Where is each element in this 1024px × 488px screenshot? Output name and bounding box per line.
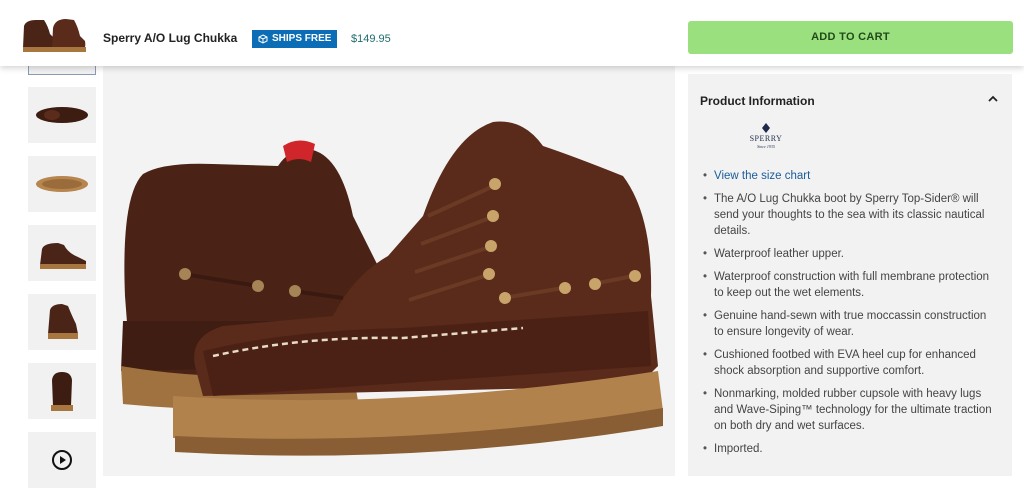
list-item: Waterproof construction with full membra… xyxy=(703,269,998,301)
product-price: $149.95 xyxy=(351,33,391,45)
list-item: The A/O Lug Chukka boot by Sperry Top-Si… xyxy=(703,191,998,239)
boot-top-view-image xyxy=(36,107,88,123)
main-product-image xyxy=(103,66,675,476)
product-information-heading[interactable]: Product Information xyxy=(700,94,815,108)
sperry-logo: SPERRY Since 1935 xyxy=(750,123,783,149)
product-features-list: View the size chart The A/O Lug Chukka b… xyxy=(703,168,998,464)
product-thumbnail xyxy=(20,14,88,54)
image-gallery xyxy=(0,60,680,488)
product-name: Sperry A/O Lug Chukka xyxy=(103,31,238,45)
chevron-up-icon[interactable] xyxy=(987,93,999,105)
sticky-product-bar: Sperry A/O Lug Chukka SHIPS FREE $149.95… xyxy=(0,0,1024,66)
logo-since-text: Since 1935 xyxy=(757,144,775,149)
boot-pair-image xyxy=(121,121,663,456)
thumbnail-video[interactable] xyxy=(28,432,96,488)
list-item: Waterproof leather upper. xyxy=(703,246,998,262)
ships-free-badge: SHIPS FREE xyxy=(252,30,338,48)
add-to-cart-button[interactable]: ADD TO CART xyxy=(688,21,1013,54)
thumbnail-side-view[interactable] xyxy=(28,225,96,281)
play-icon xyxy=(52,450,72,470)
list-item: Genuine hand-sewn with true moccassin co… xyxy=(703,308,998,340)
thumbnail-top-view[interactable] xyxy=(28,87,96,143)
box-icon xyxy=(258,34,268,44)
thumbnail-three-quarter-view[interactable] xyxy=(28,294,96,350)
list-item: Cushioned footbed with EVA heel cup for … xyxy=(703,347,998,379)
logo-wordmark: SPERRY xyxy=(750,134,783,143)
boot-sole-image xyxy=(36,176,88,192)
thumbnail-front-view[interactable] xyxy=(28,363,96,419)
list-item: Nonmarking, molded rubber cupsole with h… xyxy=(703,386,998,434)
boot-three-quarter-image xyxy=(48,304,78,339)
thumbnail-sole-view[interactable] xyxy=(28,156,96,212)
product-information-panel: Product Information SPERRY Since 1935 Vi… xyxy=(688,74,1012,476)
boot-side-image xyxy=(40,243,86,269)
boot-front-image xyxy=(51,372,73,411)
list-item: Imported. xyxy=(703,441,998,457)
size-chart-link[interactable]: View the size chart xyxy=(703,168,998,184)
ships-free-label: SHIPS FREE xyxy=(272,33,332,44)
